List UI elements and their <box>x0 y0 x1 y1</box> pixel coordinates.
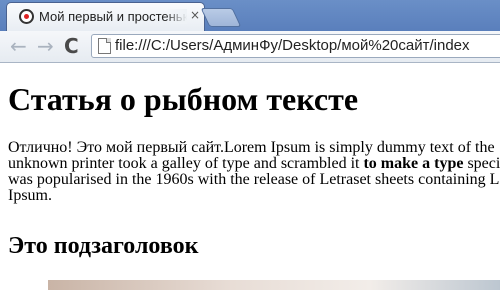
browser-tab[interactable]: Мой первый и простеньки × <box>6 2 205 31</box>
tab-title: Мой первый и простеньки <box>39 9 187 24</box>
content-image <box>48 280 500 290</box>
paragraph-text: unknown printer took a galley of type an… <box>8 155 364 172</box>
paragraph-line-4: Ipsum. <box>8 187 52 204</box>
page-subheading: Это подзаголовок <box>8 233 199 259</box>
forward-arrow-icon[interactable]: → <box>37 35 54 57</box>
browser-toolbar: ← → C file:///C:/Users/АдминФу/Desktop/м… <box>0 31 500 63</box>
tab-strip: Мой первый и простеньки × <box>0 0 500 31</box>
paragraph-text: speci <box>463 155 500 172</box>
page-heading: Статья о рыбном тексте <box>8 81 359 117</box>
new-tab-button[interactable] <box>200 8 242 27</box>
reload-icon[interactable]: C <box>64 35 79 57</box>
address-bar[interactable]: file:///C:/Users/АдминФу/Desktop/мой%20с… <box>91 34 500 58</box>
paragraph-line-1: Отлично! Это мой первый сайт.Lorem Ipsum… <box>8 139 495 156</box>
tab-close-icon[interactable]: × <box>190 8 200 22</box>
address-url[interactable]: file:///C:/Users/АдминФу/Desktop/мой%20с… <box>115 37 470 54</box>
page-content: Статья о рыбном тексте Отлично! Это мой … <box>0 63 500 290</box>
bold-phrase: to make a type <box>363 155 464 172</box>
chrome-favicon-icon <box>19 9 34 24</box>
article-paragraph: Отлично! Это мой первый сайт.Lorem Ipsum… <box>8 140 500 204</box>
paragraph-line-3: was popularised in the 1960s with the re… <box>8 171 500 188</box>
page-document-icon <box>98 38 111 54</box>
back-arrow-icon[interactable]: ← <box>10 35 27 57</box>
paragraph-line-2: unknown printer took a galley of type an… <box>8 156 500 172</box>
